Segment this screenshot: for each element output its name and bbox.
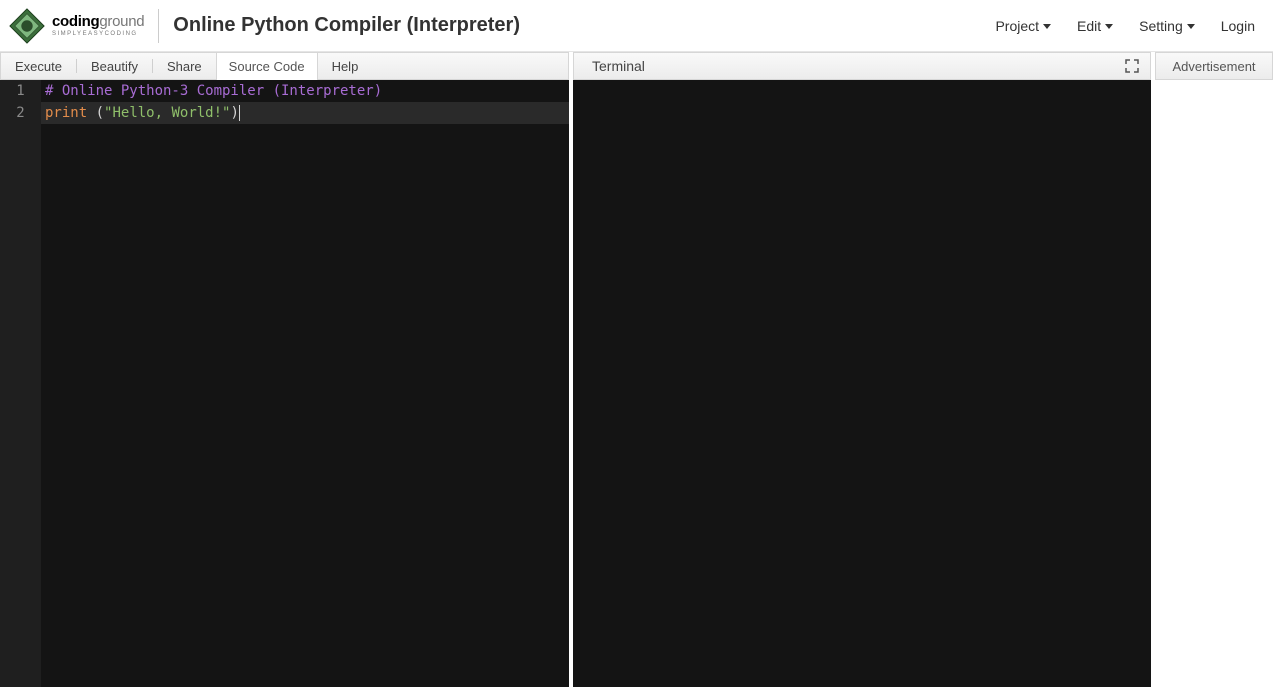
- top-header: codingground SIMPLYEASYCODING Online Pyt…: [0, 0, 1273, 52]
- help-label: Help: [332, 59, 359, 74]
- workspace: Execute Beautify Share Source Code Help …: [0, 52, 1273, 687]
- header-menu: Project Edit Setting Login: [995, 18, 1263, 34]
- terminal-header: Terminal: [573, 52, 1151, 80]
- advertisement-header: Advertisement: [1155, 52, 1273, 80]
- help-button[interactable]: Help: [318, 53, 373, 79]
- code-line: print ("Hello, World!"): [41, 102, 569, 124]
- logo-tagline: SIMPLYEASYCODING: [52, 31, 144, 37]
- tab-source-code[interactable]: Source Code: [216, 52, 318, 80]
- logo-icon: [8, 7, 46, 45]
- line-gutter: 1 2: [0, 80, 41, 687]
- caret-down-icon: [1043, 24, 1051, 29]
- caret-down-icon: [1187, 24, 1195, 29]
- code-line: # Online Python-3 Compiler (Interpreter): [41, 80, 569, 102]
- advertisement-label: Advertisement: [1172, 59, 1255, 74]
- terminal-title: Terminal: [592, 58, 645, 74]
- menu-login-label: Login: [1221, 18, 1255, 34]
- menu-setting[interactable]: Setting: [1139, 18, 1195, 34]
- text-cursor: [239, 105, 240, 121]
- beautify-button[interactable]: Beautify: [77, 53, 152, 79]
- code-area[interactable]: # Online Python-3 Compiler (Interpreter)…: [41, 80, 569, 687]
- token-paren: ): [230, 105, 238, 121]
- fullscreen-icon[interactable]: [1124, 58, 1140, 74]
- token-comment: # Online Python-3 Compiler (Interpreter): [45, 83, 382, 99]
- tab-source-code-label: Source Code: [229, 59, 305, 74]
- editor-pane: Execute Beautify Share Source Code Help …: [0, 52, 573, 687]
- share-button[interactable]: Share: [153, 53, 216, 79]
- token-keyword: print: [45, 105, 87, 121]
- logo-word-ground: ground: [99, 13, 144, 30]
- menu-setting-label: Setting: [1139, 18, 1183, 34]
- beautify-label: Beautify: [91, 59, 138, 74]
- execute-label: Execute: [15, 59, 62, 74]
- menu-edit-label: Edit: [1077, 18, 1101, 34]
- share-label: Share: [167, 59, 202, 74]
- line-number: 1: [0, 80, 41, 102]
- caret-down-icon: [1105, 24, 1113, 29]
- menu-edit[interactable]: Edit: [1077, 18, 1113, 34]
- menu-login[interactable]: Login: [1221, 18, 1255, 34]
- logo[interactable]: codingground SIMPLYEASYCODING: [8, 9, 159, 43]
- menu-project[interactable]: Project: [995, 18, 1051, 34]
- editor-toolbar: Execute Beautify Share Source Code Help: [0, 52, 569, 80]
- code-editor[interactable]: 1 2 # Online Python-3 Compiler (Interpre…: [0, 80, 569, 687]
- token-string: "Hello, World!": [104, 105, 230, 121]
- logo-text: codingground SIMPLYEASYCODING: [52, 14, 144, 37]
- execute-button[interactable]: Execute: [1, 53, 76, 79]
- token-space: [87, 105, 95, 121]
- menu-project-label: Project: [995, 18, 1039, 34]
- terminal-pane: Terminal: [573, 52, 1155, 687]
- line-number: 2: [0, 102, 41, 124]
- terminal-output[interactable]: [573, 80, 1151, 687]
- token-paren: (: [96, 105, 104, 121]
- logo-word-coding: coding: [52, 13, 99, 30]
- page-title: Online Python Compiler (Interpreter): [173, 14, 520, 37]
- advertisement-pane: Advertisement: [1155, 52, 1273, 687]
